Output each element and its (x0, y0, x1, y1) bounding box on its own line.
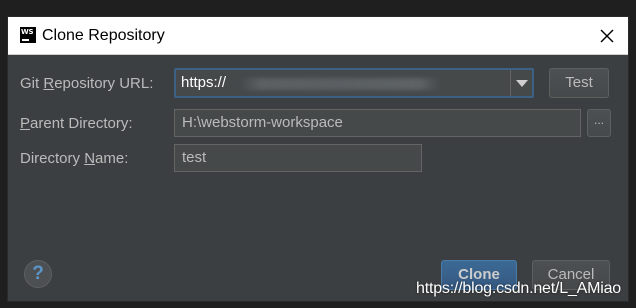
title-bar: WS Clone Repository (8, 17, 628, 55)
repository-url-combobox[interactable]: https:// (174, 68, 534, 98)
parent-directory-field[interactable]: H:\webstorm-workspace (174, 109, 581, 137)
chevron-down-icon[interactable] (510, 70, 532, 96)
repository-url-input[interactable]: https:// (181, 74, 226, 92)
redacted-url-blur (240, 78, 440, 90)
webstorm-icon: WS (20, 27, 36, 43)
directory-name-label: Directory Name: (20, 150, 129, 167)
help-icon[interactable]: ? (24, 260, 52, 288)
parent-directory-label: Parent Directory: (20, 115, 133, 132)
browse-button[interactable]: ... (587, 109, 611, 137)
close-button[interactable] (594, 23, 620, 49)
clone-repository-dialog: WS Clone Repository Git Repository URL: … (7, 16, 629, 302)
url-label: Git Repository URL: (20, 75, 154, 92)
app-icon-text: WS (21, 28, 34, 36)
directory-name-field[interactable]: test (174, 144, 422, 172)
test-button[interactable]: Test (549, 68, 609, 98)
watermark-text: https://blog.csdn.net/L_AMiao (416, 280, 621, 297)
dialog-title: Clone Repository (42, 27, 165, 44)
close-icon (600, 29, 614, 43)
